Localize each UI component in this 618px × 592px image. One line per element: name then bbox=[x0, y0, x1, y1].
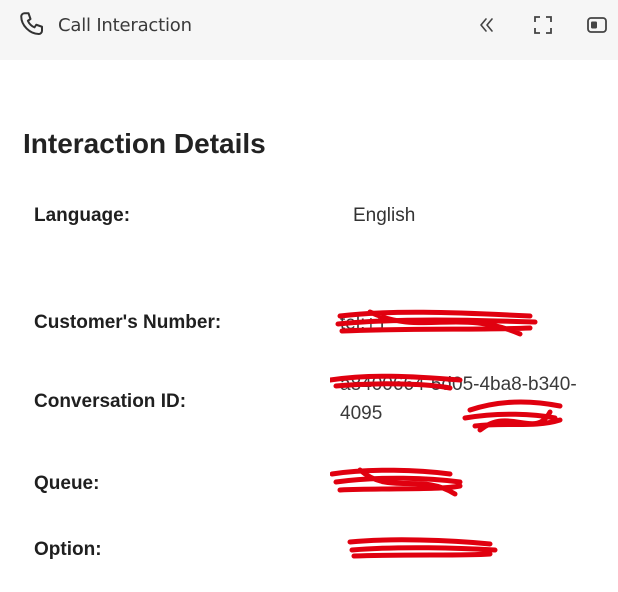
phone-icon bbox=[18, 10, 48, 40]
redaction-scribble bbox=[330, 467, 463, 497]
header-bar: Call Interaction bbox=[0, 0, 618, 60]
panel-toggle-button[interactable] bbox=[584, 12, 610, 38]
queue-label: Queue: bbox=[34, 473, 100, 494]
customers-number-value-box: tel:+1 bbox=[330, 306, 540, 340]
conversation-id-value-box: a8400664-5d05-4ba8-b340-4095 bbox=[330, 370, 590, 440]
double-chevron-left-icon bbox=[480, 18, 493, 32]
language-value: English bbox=[353, 205, 416, 226]
fullscreen-button[interactable] bbox=[530, 12, 556, 38]
redaction-scribble bbox=[347, 537, 498, 559]
panel-toggle-icon bbox=[587, 17, 607, 33]
fullscreen-icon bbox=[534, 16, 552, 34]
conversation-id-label: Conversation ID: bbox=[34, 391, 187, 412]
option-label: Option: bbox=[34, 539, 102, 560]
collapse-button[interactable] bbox=[474, 12, 500, 38]
interaction-details-heading: Interaction Details bbox=[23, 128, 266, 159]
customers-number-value: tel:+1 bbox=[340, 313, 388, 334]
header-title-group: Call Interaction bbox=[18, 10, 192, 40]
queue-value-box bbox=[330, 466, 470, 500]
header-title: Call Interaction bbox=[58, 14, 192, 36]
conversation-id-value: a8400664-5d05-4ba8-b340-4095 bbox=[340, 374, 577, 424]
language-label: Language: bbox=[34, 205, 131, 226]
customers-number-label: Customer's Number: bbox=[34, 312, 222, 333]
option-value-box bbox=[330, 534, 500, 562]
